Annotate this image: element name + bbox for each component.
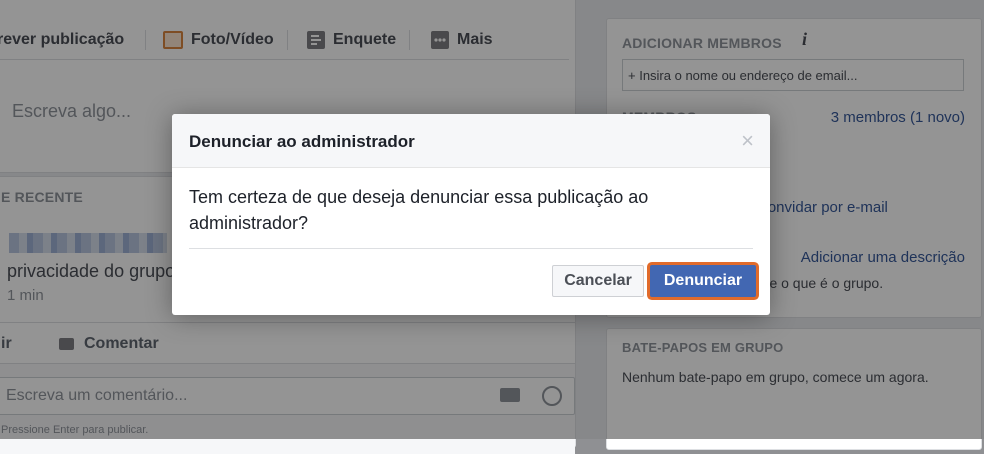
dialog-header: Denunciar ao administrador ×: [172, 114, 770, 168]
dialog-divider: [189, 248, 753, 249]
report-to-admin-dialog: Denunciar ao administrador × Tem certeza…: [172, 114, 770, 315]
report-button[interactable]: Denunciar: [650, 265, 756, 297]
close-icon[interactable]: ×: [741, 128, 754, 154]
dialog-message: Tem certeza de que deseja denunciar essa…: [189, 187, 649, 233]
dialog-title: Denunciar ao administrador: [189, 132, 415, 151]
cancel-button[interactable]: Cancelar: [552, 265, 644, 297]
